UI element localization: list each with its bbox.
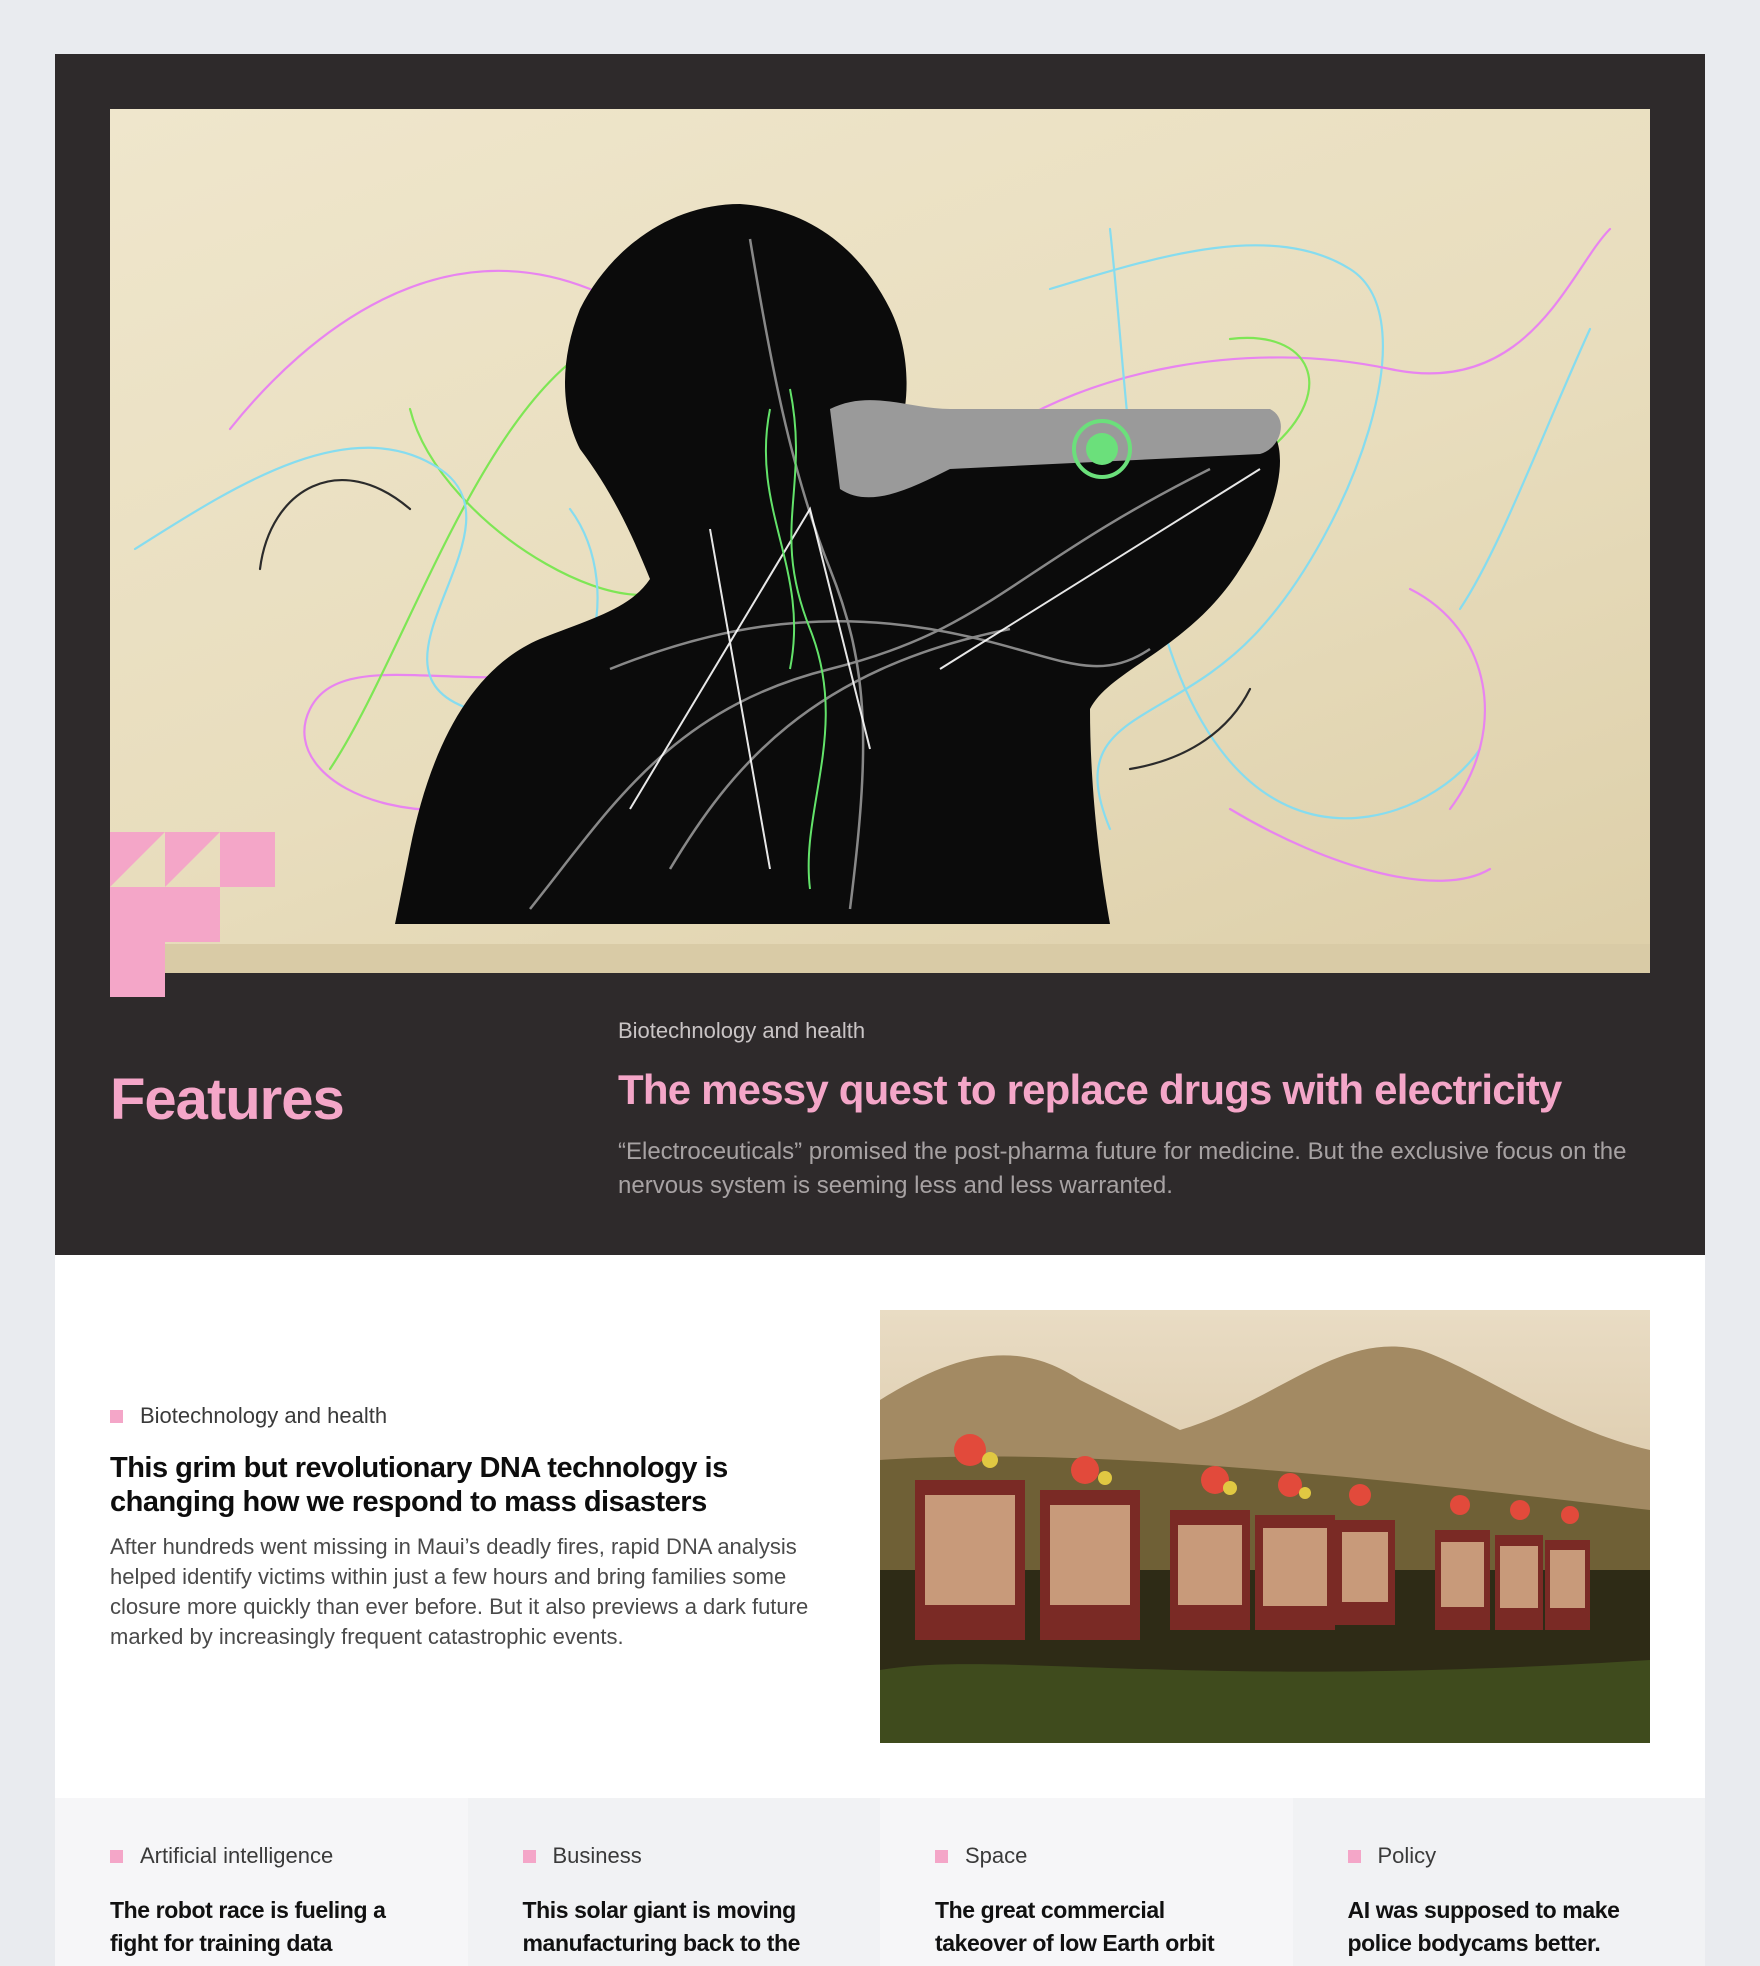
- secondary-story: Biotechnology and health This grim but r…: [55, 1255, 1705, 1798]
- story-card[interactable]: Policy AI was supposed to make police bo…: [1292, 1798, 1705, 1966]
- category-label: Business: [552, 1843, 642, 1868]
- category-label: Policy: [1377, 1843, 1437, 1868]
- category-square-icon: [522, 1849, 536, 1863]
- category-square-icon: [935, 1849, 948, 1863]
- silhouette-illustration-icon: [110, 204, 1650, 973]
- pink-block-logo-icon[interactable]: [110, 832, 275, 997]
- card-category[interactable]: Business: [522, 1843, 642, 1869]
- category-square-icon: [110, 1409, 123, 1423]
- category-label: Space: [965, 1843, 1028, 1868]
- story-image[interactable]: [880, 1310, 1650, 1743]
- story-cards-row: Artificial intelligence The robot race i…: [55, 1798, 1705, 1966]
- story-card[interactable]: Space The great commercial takeover of l…: [880, 1798, 1293, 1966]
- memorial-photo-icon: [880, 1310, 1650, 1743]
- card-headline[interactable]: The great commercial takeover of low Ear…: [935, 1894, 1235, 1960]
- story-category[interactable]: Biotechnology and health: [110, 1403, 387, 1429]
- card-headline[interactable]: AI was supposed to make police bodycams …: [1348, 1894, 1648, 1960]
- hero-category[interactable]: Biotechnology and health: [618, 1018, 865, 1044]
- card-category[interactable]: Artificial intelligence: [110, 1843, 333, 1869]
- hero-headline[interactable]: The messy quest to replace drugs with el…: [618, 1066, 1638, 1114]
- story-card[interactable]: Artificial intelligence The robot race i…: [55, 1798, 468, 1966]
- story-card[interactable]: Business This solar giant is moving manu…: [467, 1798, 880, 1966]
- card-category[interactable]: Policy: [1347, 1843, 1437, 1869]
- hero-image[interactable]: [110, 109, 1650, 973]
- section-title[interactable]: Features: [110, 1066, 345, 1133]
- card-headline[interactable]: This solar giant is moving manufacturing…: [523, 1894, 823, 1960]
- hero-dek: “Electroceuticals” promised the post-pha…: [618, 1138, 1627, 1199]
- story-dek: After hundreds went missing in Maui’s de…: [110, 1534, 809, 1649]
- card-category[interactable]: Space: [935, 1843, 1027, 1869]
- category-label: Biotechnology and health: [140, 1403, 388, 1428]
- story-headline[interactable]: This grim but revolutionary DNA technolo…: [110, 1451, 750, 1519]
- category-square-icon: [110, 1849, 123, 1863]
- content-frame: Features Biotechnology and health The me…: [55, 54, 1705, 1966]
- category-label: Artificial intelligence: [140, 1843, 334, 1868]
- category-square-icon: [1347, 1849, 1361, 1863]
- card-headline[interactable]: The robot race is fueling a fight for tr…: [110, 1894, 410, 1960]
- features-hero: Features Biotechnology and health The me…: [55, 54, 1705, 1255]
